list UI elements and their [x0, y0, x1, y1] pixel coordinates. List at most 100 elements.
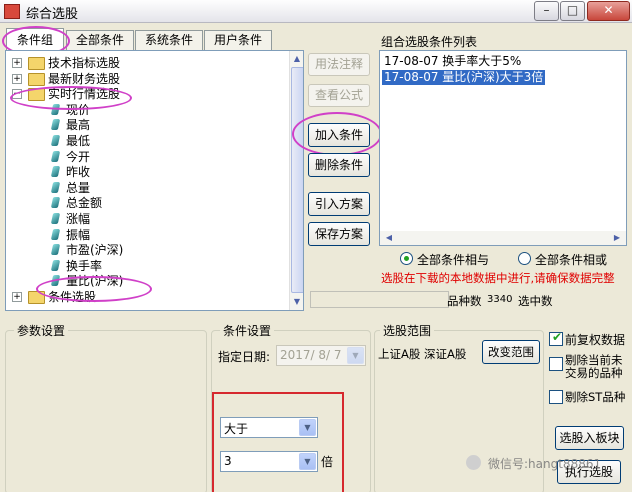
- indicator-icon: [50, 259, 61, 271]
- tree-leaf[interactable]: 今开: [6, 149, 286, 165]
- tree-label: 最新财务选股: [48, 71, 121, 86]
- exclude-suspended-label: 剔除当前未交易的品种: [565, 353, 623, 380]
- tree-leaf[interactable]: 市盈(沪深): [6, 242, 286, 258]
- scroll-thumb[interactable]: [291, 67, 303, 293]
- chevron-down-icon[interactable]: ▼: [299, 419, 316, 436]
- add-condition-button[interactable]: 加入条件: [308, 123, 370, 147]
- condition-list-title: 组合选股条件列表: [381, 35, 478, 49]
- save-plan-button[interactable]: 保存方案: [308, 222, 370, 246]
- tree-label: 量比(沪深): [66, 274, 124, 289]
- expand-icon[interactable]: +: [12, 292, 22, 302]
- list-item[interactable]: 17-08-07 换手率大于5%: [382, 54, 523, 69]
- tree-label: 技术指标选股: [48, 56, 121, 70]
- usage-note-button[interactable]: 用法注释: [308, 53, 370, 76]
- indicator-icon: [50, 228, 61, 240]
- warning-text: 选股在下载的本地数据中进行,请确保数据完整: [381, 271, 615, 285]
- logic-and-label: 全部条件相与: [417, 253, 490, 267]
- value-unit: 倍: [321, 455, 334, 469]
- value-select[interactable]: 3 ▼: [220, 451, 318, 472]
- tree-leaf[interactable]: 昨收: [6, 164, 286, 180]
- expand-icon[interactable]: +: [12, 73, 22, 84]
- tree-leaf[interactable]: 总金额: [6, 195, 286, 211]
- list-item-selected[interactable]: 17-08-07 量比(沪深)大于3倍: [382, 70, 546, 85]
- chevron-down-icon[interactable]: ▼: [299, 453, 316, 470]
- stock-screener-window: 综合选股 – □ ✕ 条件组 全部条件 系统条件 用户条件 + 技术指标选股 + 最新…: [0, 0, 632, 492]
- tree-leaf[interactable]: 现价: [6, 102, 286, 118]
- tab-system-conditions[interactable]: 系统条件: [135, 30, 203, 50]
- tree-label: 振幅: [66, 227, 91, 242]
- window-title: 综合选股: [26, 7, 79, 22]
- adjust-label: 前复权数据: [565, 333, 626, 347]
- minimize-button[interactable]: –: [534, 1, 559, 21]
- tree-folder[interactable]: + 最新财务选股: [6, 71, 286, 87]
- change-range-button[interactable]: 改变范围: [482, 340, 540, 364]
- indicator-icon: [50, 213, 61, 224]
- folder-icon: [28, 57, 45, 70]
- app-icon: [4, 4, 20, 19]
- expand-icon[interactable]: +: [12, 58, 22, 68]
- tree-leaf[interactable]: 总量: [6, 180, 286, 196]
- add-to-board-button[interactable]: 选股入板块: [555, 426, 624, 450]
- date-picker[interactable]: 2017/ 8/ 7 ▼: [276, 345, 366, 366]
- variety-count-label: 品种数: [447, 294, 482, 308]
- maximize-icon: □: [566, 3, 579, 17]
- tree-label: 最高: [66, 118, 91, 133]
- tree-label: 实时行情选股: [48, 87, 121, 102]
- tree-label: 最低: [66, 134, 91, 148]
- tree-leaf[interactable]: 振幅: [6, 227, 286, 243]
- tab-condition-group[interactable]: 条件组: [6, 28, 64, 51]
- operator-value: 大于: [224, 422, 249, 436]
- exclude-st-checkbox[interactable]: [549, 390, 563, 404]
- tree-leaf[interactable]: 最低: [6, 133, 286, 149]
- date-dropdown-icon[interactable]: ▼: [347, 347, 364, 364]
- annotation-box: [212, 392, 344, 492]
- tree-leaf[interactable]: 换手率: [6, 258, 286, 274]
- tree-folder[interactable]: + 条件选股: [6, 289, 286, 305]
- import-plan-button[interactable]: 引入方案: [308, 192, 370, 216]
- list-horizontal-scrollbar[interactable]: ◀ ▶: [379, 231, 627, 246]
- delete-condition-button[interactable]: 删除条件: [308, 153, 370, 177]
- tree-label: 条件选股: [48, 290, 97, 304]
- indicator-icon: [50, 275, 61, 287]
- tree-leaf[interactable]: 涨幅: [6, 211, 286, 227]
- tree-label: 今开: [66, 149, 91, 164]
- tab-user-conditions[interactable]: 用户条件: [204, 30, 272, 50]
- maximize-button[interactable]: □: [560, 1, 585, 21]
- scroll-left-icon[interactable]: ◀: [382, 231, 396, 245]
- params-group-title: 参数设置: [14, 322, 69, 339]
- scroll-up-icon[interactable]: ▲: [290, 52, 303, 66]
- scroll-down-icon[interactable]: ▼: [290, 295, 303, 309]
- tree-folder[interactable]: − 实时行情选股: [6, 86, 286, 102]
- tree-label: 涨幅: [66, 212, 91, 226]
- folder-icon: [28, 88, 45, 102]
- condition-tree[interactable]: + 技术指标选股 + 最新财务选股 − 实时行情选股 现价 最高 最低 今开 昨收 总量 总金额 涨幅 振幅…: [5, 50, 304, 311]
- exclude-suspended-checkbox[interactable]: [549, 357, 563, 371]
- close-button[interactable]: ✕: [587, 1, 630, 21]
- variety-count-value: 3340: [487, 294, 513, 305]
- indicator-icon: [50, 197, 61, 209]
- exclude-st-label: 剔除ST品种: [565, 390, 626, 404]
- tree-leaf[interactable]: 量比(沪深): [6, 273, 286, 289]
- collapse-icon[interactable]: −: [12, 89, 22, 100]
- adjust-checkbox[interactable]: ✔: [549, 330, 563, 346]
- logic-and-radio[interactable]: [400, 252, 413, 265]
- date-label: 指定日期:: [218, 350, 271, 364]
- logic-or-radio[interactable]: [518, 252, 531, 265]
- condition-list[interactable]: 17-08-07 换手率大于5% 17-08-07 量比(沪深)大于3倍: [379, 50, 627, 232]
- indicator-icon: [50, 150, 61, 162]
- tab-all-conditions[interactable]: 全部条件: [66, 30, 134, 50]
- tree-folder[interactable]: + 技术指标选股: [6, 55, 286, 71]
- date-value: 2017/ 8/ 7: [280, 348, 342, 362]
- tree-leaf[interactable]: 最高: [6, 117, 286, 133]
- view-formula-button[interactable]: 查看公式: [308, 84, 370, 107]
- indicator-icon: [50, 135, 61, 146]
- tree-label: 总金额: [66, 196, 103, 211]
- indicator-icon: [50, 166, 61, 178]
- folder-icon: [28, 72, 45, 86]
- tree-scrollbar[interactable]: ▲ ▼: [289, 51, 303, 310]
- scroll-right-icon[interactable]: ▶: [610, 231, 624, 245]
- tree-label: 市盈(沪深): [66, 243, 124, 258]
- tree-label: 现价: [66, 102, 91, 117]
- operator-select[interactable]: 大于 ▼: [220, 417, 318, 438]
- tree-label: 总量: [66, 180, 91, 195]
